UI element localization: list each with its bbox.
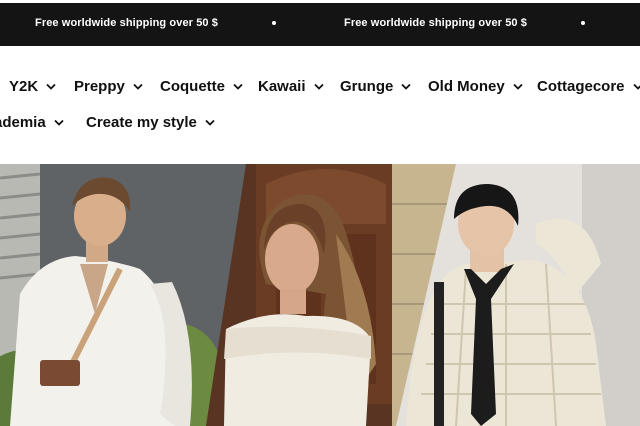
separator-dot-icon [272,21,276,25]
chevron-down-icon [54,119,64,126]
chevron-down-icon [513,83,523,90]
chevron-down-icon [401,83,411,90]
announcement-message: Free worldwide shipping over 50 $ [344,17,528,29]
nav-item-label: Coquette [160,78,225,95]
nav-item-label: Grunge [340,78,394,95]
separator-dot-icon [581,21,585,25]
chevron-down-icon [233,83,243,90]
nav-item-kawaii[interactable]: Kawaii [258,78,324,95]
nav-item-grunge[interactable]: Grunge [340,78,411,95]
nav-item-old-money[interactable]: Old Money [428,78,523,95]
nav-item-label: Cottagecore [537,78,625,95]
nav-item-label: Y2K [9,78,39,95]
grunge-outfit-photo [396,164,640,426]
nav-item-label: ademia [0,114,46,131]
announcement-message: Free worldwide shipping over 50 $ [35,17,219,29]
nav-item-label: Preppy [74,78,125,95]
nav-item-preppy[interactable]: Preppy [74,78,143,95]
nav-item-cottagecore[interactable]: Cottagecore [537,78,640,95]
nav-item-create-my-style[interactable]: Create my style [86,114,215,131]
chevron-down-icon [205,119,215,126]
chevron-down-icon [632,83,640,90]
announcement-bar: Free worldwide shipping over 50 $ Free w… [0,3,640,46]
nav-item-coquette[interactable]: Coquette [160,78,243,95]
nav-item-label: Old Money [428,78,505,95]
nav-item-y2k[interactable]: Y2K [9,78,56,95]
nav-item-dark-academia[interactable]: ademia [0,114,64,131]
chevron-down-icon [46,83,56,90]
main-navigation: Y2K Preppy Coquette Kawaii Grunge Old Mo… [0,46,640,164]
nav-item-label: Create my style [86,114,197,131]
chevron-down-icon [133,83,143,90]
chevron-down-icon [313,83,324,90]
nav-item-label: Kawaii [258,78,306,95]
hero-banner[interactable] [0,164,640,426]
